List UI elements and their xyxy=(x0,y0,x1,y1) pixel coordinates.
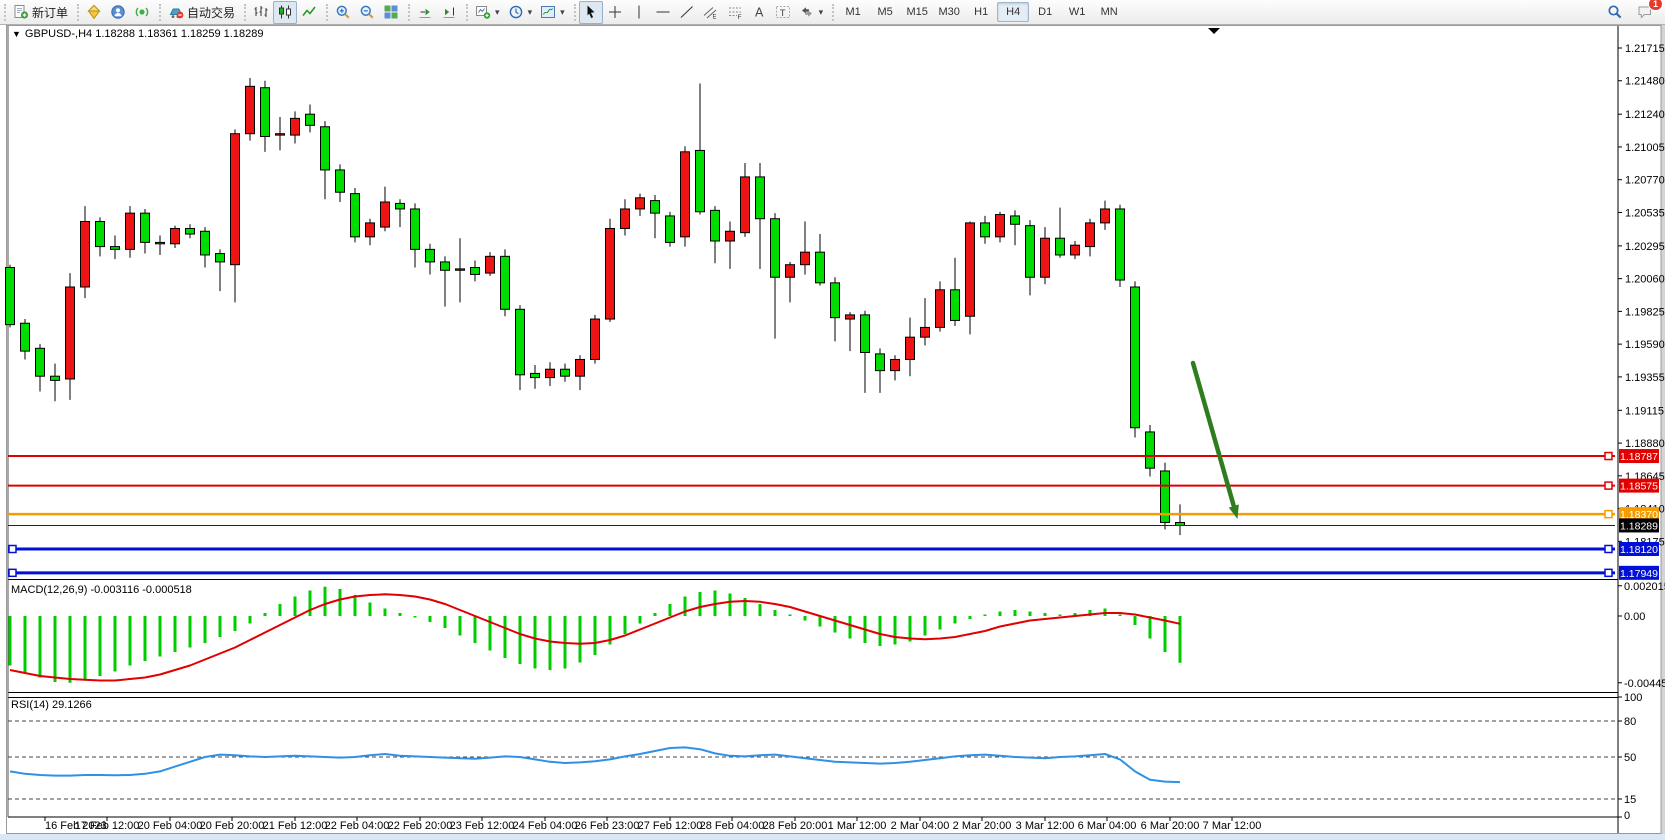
svg-text:1.18880: 1.18880 xyxy=(1625,438,1665,450)
svg-text:15: 15 xyxy=(1624,794,1636,806)
chart-canvas[interactable]: 1.21715 1.21480 1.21240 1.21005 1.20770 1.205… xyxy=(0,0,1665,840)
support-line-2-tag: 1.17949 xyxy=(1619,566,1659,580)
rsi-indicator-label: RSI(14) 29.1266 xyxy=(11,699,92,711)
svg-text:1.18120: 1.18120 xyxy=(1620,544,1658,556)
svg-text:24 Feb 04:00: 24 Feb 04:00 xyxy=(513,820,578,832)
svg-text:6 Mar 20:00: 6 Mar 20:00 xyxy=(1141,820,1200,832)
mt4-window: 新订单自动交易▾▾▾EFAT▾M1M5M15M30H1H4D1W1MN1 1.2… xyxy=(0,0,1665,840)
svg-text:2 Mar 20:00: 2 Mar 20:00 xyxy=(953,820,1012,832)
svg-text:1.19590: 1.19590 xyxy=(1625,339,1665,351)
collapse-triangle-icon[interactable]: ▼ xyxy=(12,29,21,39)
svg-text:1.17949: 1.17949 xyxy=(1620,568,1658,580)
svg-text:2 Mar 04:00: 2 Mar 04:00 xyxy=(891,820,950,832)
svg-text:28 Feb 04:00: 28 Feb 04:00 xyxy=(700,820,765,832)
svg-text:0.00: 0.00 xyxy=(1624,611,1645,623)
svg-text:1.18289: 1.18289 xyxy=(1620,520,1658,532)
current-price-line-tag: 1.18289 xyxy=(1619,518,1659,532)
time-axis[interactable]: 16 Feb 202317 Feb 12:0020 Feb 04:0020 Fe… xyxy=(45,817,1261,832)
svg-text:17 Feb 12:00: 17 Feb 12:00 xyxy=(75,820,140,832)
chart-window: 1.21715 1.21480 1.21240 1.21005 1.20770 1.205… xyxy=(0,0,1665,840)
svg-text:1.21715: 1.21715 xyxy=(1625,43,1665,55)
svg-text:1.20535: 1.20535 xyxy=(1625,207,1665,219)
svg-text:1.20770: 1.20770 xyxy=(1625,175,1665,187)
svg-text:22 Feb 20:00: 22 Feb 20:00 xyxy=(388,820,453,832)
svg-text:6 Mar 04:00: 6 Mar 04:00 xyxy=(1078,820,1137,832)
svg-text:27 Feb 12:00: 27 Feb 12:00 xyxy=(638,820,703,832)
chart-title: GBPUSD-,H4 1.18288 1.18361 1.18259 1.182… xyxy=(25,28,264,40)
svg-text:1.19115: 1.19115 xyxy=(1625,405,1664,417)
macd-indicator-label: MACD(12,26,9) -0.003116 -0.000518 xyxy=(11,584,192,596)
svg-text:20 Feb 20:00: 20 Feb 20:00 xyxy=(200,820,265,832)
svg-text:1.18787: 1.18787 xyxy=(1620,451,1658,463)
svg-text:26 Feb 23:00: 26 Feb 23:00 xyxy=(575,820,640,832)
svg-text:1.21005: 1.21005 xyxy=(1625,142,1665,154)
svg-text:1.18575: 1.18575 xyxy=(1620,481,1658,493)
svg-text:1 Mar 12:00: 1 Mar 12:00 xyxy=(828,820,887,832)
svg-text:21 Feb 12:00: 21 Feb 12:00 xyxy=(263,820,328,832)
svg-text:80: 80 xyxy=(1624,716,1636,728)
svg-text:1.21480: 1.21480 xyxy=(1625,76,1665,88)
svg-text:7 Mar 12:00: 7 Mar 12:00 xyxy=(1203,820,1262,832)
svg-text:1.19355: 1.19355 xyxy=(1625,372,1665,384)
svg-text:1.20060: 1.20060 xyxy=(1625,274,1665,286)
support-line-1-tag: 1.18120 xyxy=(1619,542,1659,556)
svg-text:-0.004451: -0.004451 xyxy=(1624,678,1665,690)
svg-text:50: 50 xyxy=(1624,752,1636,764)
svg-text:1.21240: 1.21240 xyxy=(1625,109,1665,121)
svg-text:3 Mar 12:00: 3 Mar 12:00 xyxy=(1016,820,1075,832)
resistance-line-1-tag: 1.18787 xyxy=(1619,449,1659,463)
svg-text:1.20295: 1.20295 xyxy=(1625,241,1665,253)
chart-title-bar: ▼ GBPUSD-,H4 1.18288 1.18361 1.18259 1.18… xyxy=(12,28,263,40)
svg-text:22 Feb 04:00: 22 Feb 04:00 xyxy=(325,820,390,832)
resistance-line-2-tag: 1.18575 xyxy=(1619,479,1659,493)
svg-text:28 Feb 20:00: 28 Feb 20:00 xyxy=(763,820,828,832)
svg-text:1.19825: 1.19825 xyxy=(1625,306,1665,318)
svg-text:0: 0 xyxy=(1624,810,1630,822)
svg-text:0.002015: 0.002015 xyxy=(1624,581,1665,593)
svg-text:100: 100 xyxy=(1624,692,1642,704)
svg-text:23 Feb 12:00: 23 Feb 12:00 xyxy=(450,820,515,832)
svg-text:20 Feb 04:00: 20 Feb 04:00 xyxy=(138,820,203,832)
